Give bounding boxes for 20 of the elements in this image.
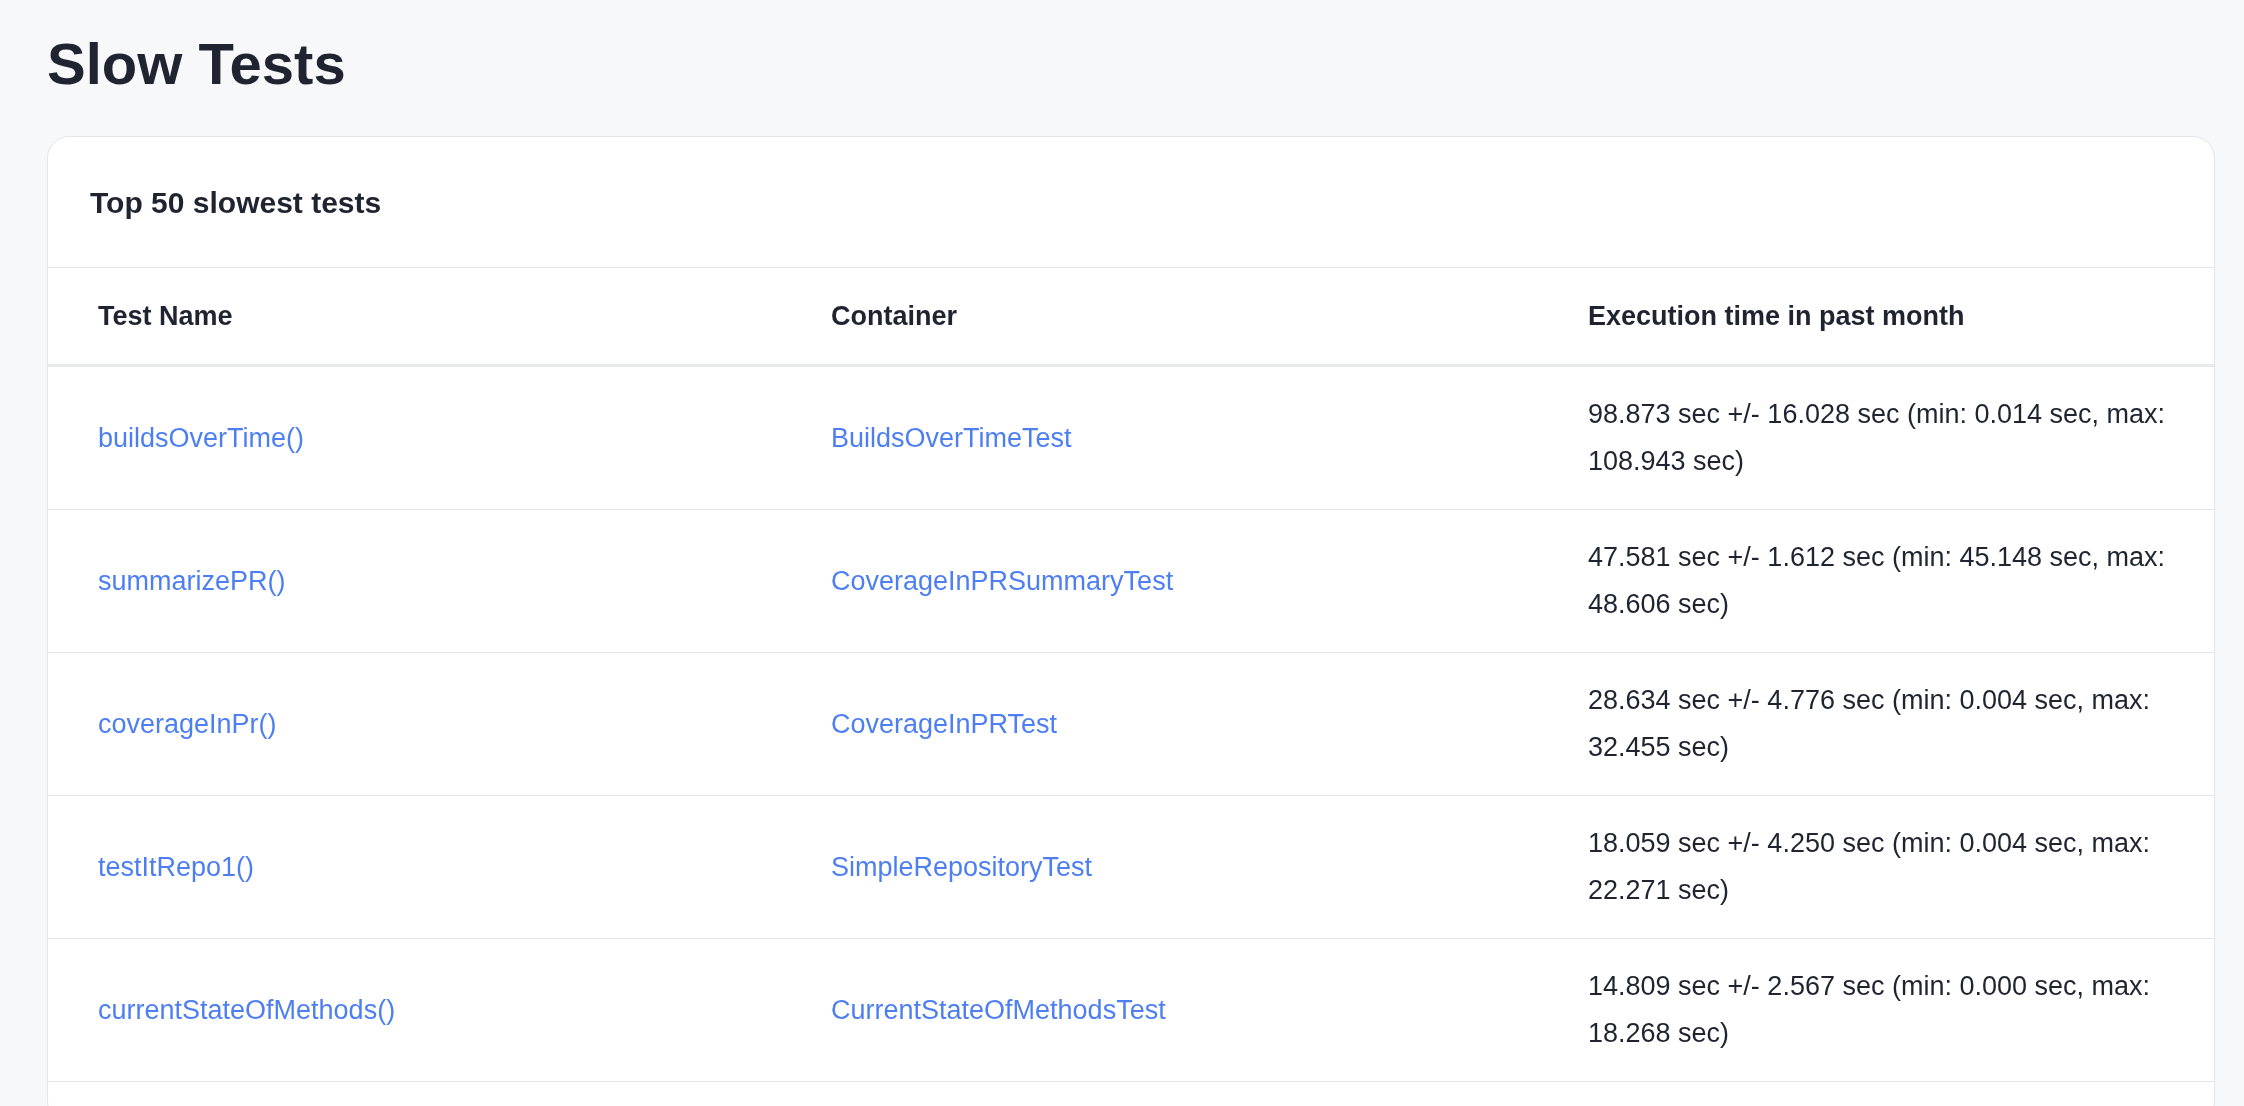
column-header: Test Name — [98, 299, 234, 333]
execution-time: 14.809 sec +/- 2.567 sec (min: 0.000 sec, max: 18.268 sec) — [1588, 970, 2152, 1050]
column-header: Execution time in past month — [1588, 299, 1966, 333]
test-name-link[interactable]: coverageInPr() — [98, 703, 277, 745]
execution-time: 98.873 sec +/- 16.028 sec (min: 0.014 sec, max: 108.943 sec) — [1588, 398, 2167, 478]
execution-time: 28.634 sec +/- 4.776 sec (min: 0.004 sec, max: 32.455 sec) — [1588, 684, 2152, 764]
test-name-link[interactable]: summarizePR() — [98, 560, 286, 602]
page-title: Slow Tests — [47, 30, 347, 98]
container-link[interactable]: BuildsOverTimeTest — [831, 417, 1072, 459]
container-link[interactable]: SimpleRepositoryTest — [831, 846, 1093, 888]
container-link[interactable]: CoverageInPRSummaryTest — [831, 560, 1174, 602]
execution-time: 18.059 sec +/- 4.250 sec (min: 0.004 sec, max: 22.271 sec) — [1588, 827, 2152, 907]
execution-time: 47.581 sec +/- 1.612 sec (min: 45.148 sec, max: 48.606 sec) — [1588, 541, 2167, 621]
container-link[interactable]: CurrentStateOfMethodsTest — [831, 989, 1166, 1031]
test-name-link[interactable]: buildsOverTime() — [98, 417, 305, 459]
card-title: Top 50 slowest tests — [90, 184, 382, 221]
test-name-link[interactable]: testItRepo1() — [98, 846, 255, 888]
column-header: Container — [831, 299, 958, 333]
test-name-link[interactable]: currentStateOfMethods() — [98, 989, 396, 1031]
container-link[interactable]: CoverageInPRTest — [831, 703, 1058, 745]
